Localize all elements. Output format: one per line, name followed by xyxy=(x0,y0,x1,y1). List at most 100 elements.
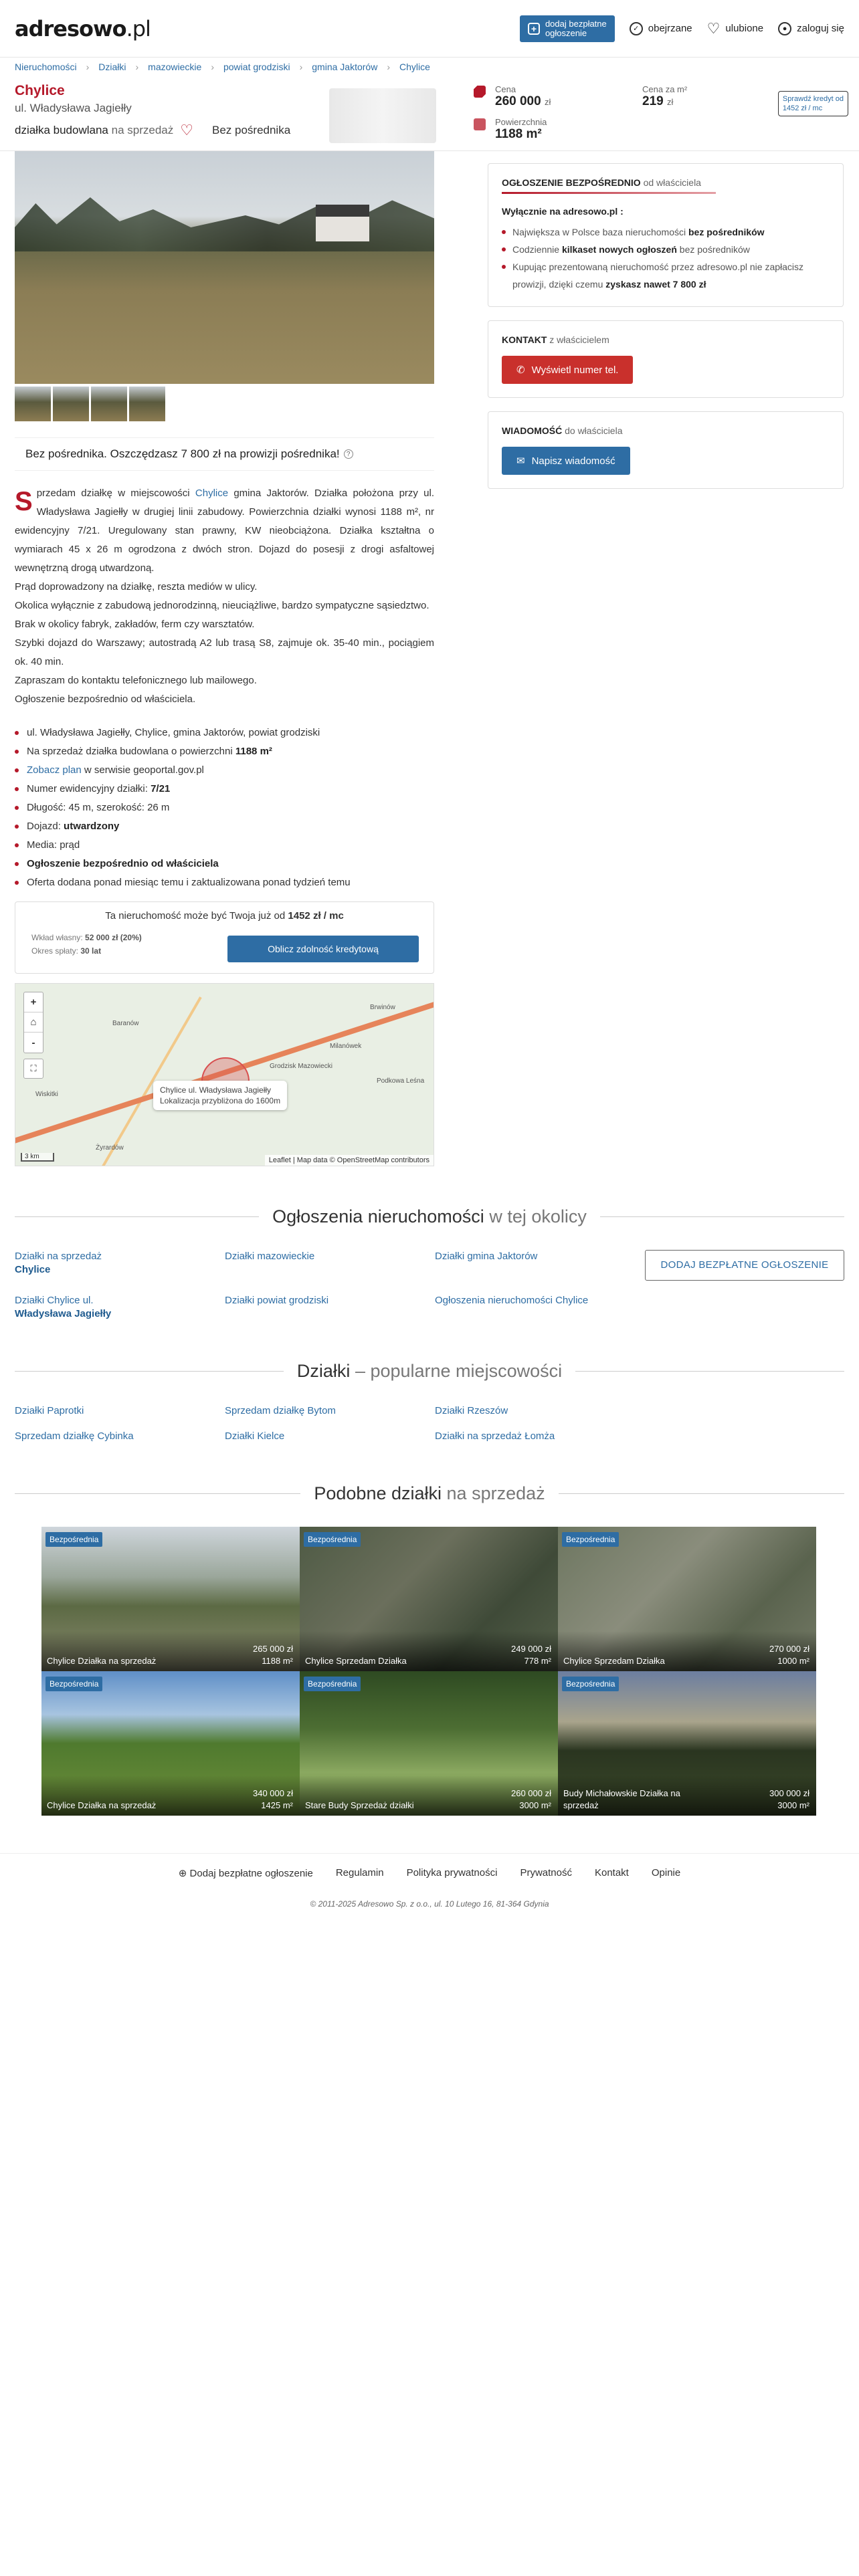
login-link[interactable]: ● zaloguj się xyxy=(778,21,844,35)
fullscreen-icon[interactable]: ⛶ xyxy=(23,1059,43,1079)
breadcrumb-item[interactable]: powiat grodziski xyxy=(223,62,290,72)
observed-link[interactable]: ✓ obejrzane xyxy=(629,21,692,35)
savings-banner: Bez pośrednika. Oszczędzasz 7 800 zł na … xyxy=(15,437,434,471)
footer-link[interactable]: Prywatność xyxy=(520,1867,572,1879)
mortgage-box: Ta nieruchomość może być Twoja już od 14… xyxy=(15,901,434,974)
city-link[interactable]: Chylice xyxy=(195,488,228,499)
photo-thumbnail[interactable] xyxy=(53,387,89,421)
similar-card[interactable]: Bezpośrednia Chylice Sprzedam Działka 27… xyxy=(558,1527,816,1671)
calculate-credit-button[interactable]: Oblicz zdolność kredytową xyxy=(227,936,419,962)
check-circle-icon: ✓ xyxy=(629,21,643,35)
popular-link[interactable]: Działki Rzeszów xyxy=(435,1404,645,1418)
popular-link[interactable]: Sprzedam działkę Cybinka xyxy=(15,1430,225,1443)
zoom-in-button[interactable]: + xyxy=(24,992,43,1012)
agency-label: Bez pośrednika xyxy=(211,124,291,136)
breadcrumb: Nieruchomości › Działki › mazowieckie › pow… xyxy=(0,58,859,76)
write-message-button[interactable]: ✉ Napisz wiadomość xyxy=(502,447,630,475)
footer-link[interactable]: Polityka prywatności xyxy=(407,1867,498,1879)
show-phone-button[interactable]: ✆ Wyświetl numer tel. xyxy=(502,356,634,384)
list-item: Kupując prezentowaną nieruchomość przez … xyxy=(502,258,830,293)
photo-thumbnail[interactable] xyxy=(129,387,165,421)
similar-card[interactable]: Bezpośrednia Stare Budy Sprzedaż działki… xyxy=(300,1671,558,1816)
heart-icon[interactable]: ♡ xyxy=(180,122,193,139)
site-logo[interactable]: adresowo.pl xyxy=(15,16,151,41)
price-tag-icon xyxy=(474,86,486,98)
popular-links: Działki Paprotki Sprzedam działkę Bytom … xyxy=(15,1404,844,1443)
listing-title-block: Chylice ul. Władysława Jagiełły działka … xyxy=(15,76,329,150)
map-scale: 3 km xyxy=(21,1153,54,1162)
list-item: ul. Władysława Jagiełły, Chylice, gmina … xyxy=(15,724,434,742)
section-title: Podobne działki na sprzedaż xyxy=(314,1483,545,1503)
home-icon[interactable]: ⌂ xyxy=(24,1012,43,1033)
favorites-link[interactable]: ♡ ulubione xyxy=(707,20,763,37)
photo-thumbnail[interactable] xyxy=(91,387,127,421)
location-map[interactable]: Grodzisk Mazowiecki Milanówek Brwinów Po… xyxy=(15,983,434,1166)
popular-link[interactable]: Działki Kielce xyxy=(225,1430,435,1443)
phone-icon: ✆ xyxy=(516,364,525,376)
heart-icon: ♡ xyxy=(706,19,721,37)
add-listing-button[interactable]: + dodaj bezpłatne ogłoszenie xyxy=(519,15,615,42)
popular-link[interactable]: Sprzedam działkę Bytom xyxy=(225,1404,435,1418)
list-item: Zobacz plan w serwisie geoportal.gov.pl xyxy=(15,761,434,780)
list-item: Numer ewidencyjny działki: 7/21 xyxy=(15,780,434,798)
list-item: Media: prąd xyxy=(15,836,434,855)
help-icon[interactable]: ? xyxy=(343,449,353,459)
similar-card[interactable]: Bezpośrednia Chylice Sprzedam Działka 24… xyxy=(300,1527,558,1671)
map-place-label: Wiskitki xyxy=(35,1091,58,1098)
contact-box: KONTAKT z właścicielem ✆ Wyświetl numer t… xyxy=(488,320,844,398)
photo-thumbnail[interactable] xyxy=(15,387,51,421)
map-place-label: Brwinów xyxy=(370,1004,395,1011)
popular-section: Działki – popularne miejscowości Działki… xyxy=(0,1361,859,1443)
chevron-right-icon: › xyxy=(387,62,390,72)
zoom-out-button[interactable]: - xyxy=(24,1033,43,1053)
owner-info-box: OGŁOSZENIE BEZPOŚREDNIO od właściciela W… xyxy=(488,163,844,307)
section-title: Ogłoszenia nieruchomości w tej okolicy xyxy=(272,1206,587,1226)
popular-link[interactable]: Działki na sprzedaż Łomża xyxy=(435,1430,645,1443)
similar-card[interactable]: Bezpośrednia Chylice Działka na sprzedaż… xyxy=(41,1527,300,1671)
map-attribution: Leaflet | Map data © OpenStreetMap contr… xyxy=(264,1155,434,1166)
footer-link[interactable]: Regulamin xyxy=(336,1867,384,1879)
chevron-right-icon: › xyxy=(211,62,214,72)
owner-box-title: OGŁOSZENIE BEZPOŚREDNIO od właściciela xyxy=(502,177,701,188)
main-content: Bez pośrednika. Oszczędzasz 7 800 zł na … xyxy=(0,151,859,1166)
description: Sprzedam działkę w miejscowości Chylice … xyxy=(15,487,435,705)
nearby-link[interactable]: Działki Chylice ul. Władysława Jagiełły xyxy=(15,1294,225,1321)
map-place-label: Grodzisk Mazowiecki xyxy=(270,1063,332,1070)
breadcrumb-item[interactable]: Nieruchomości xyxy=(15,62,77,72)
listing-type: działka budowlana na sprzedaż ♡ Bez pośr… xyxy=(15,122,291,139)
plus-circle-icon: ⊕ xyxy=(178,1868,187,1879)
price-per-m2: Cena za m² 219 zł xyxy=(642,84,688,108)
document-icon xyxy=(474,118,486,130)
nearby-link[interactable]: Działki powiat grodziski xyxy=(225,1294,435,1321)
similar-section: Podobne działki na sprzedaż Bezpośrednia… xyxy=(0,1483,859,1816)
nearby-link[interactable]: Działki mazowieckie xyxy=(225,1250,435,1281)
facts-list: ul. Władysława Jagiełły, Chylice, gmina … xyxy=(15,724,434,892)
list-item: Dojazd: utwardzony xyxy=(15,817,434,836)
envelope-icon: ✉ xyxy=(516,455,525,467)
list-item: Codziennie kilkaset nowych ogłoszeń bez … xyxy=(502,241,830,258)
similar-card[interactable]: Bezpośrednia Chylice Działka na sprzedaż… xyxy=(41,1671,300,1816)
list-item: Największa w Polsce baza nieruchomości b… xyxy=(502,223,830,241)
geoportal-link[interactable]: Zobacz plan xyxy=(27,764,82,776)
footer-link-add[interactable]: ⊕ Dodaj bezpłatne ogłoszenie xyxy=(179,1867,313,1879)
chevron-right-icon: › xyxy=(86,62,90,72)
footer-link[interactable]: Kontakt xyxy=(595,1867,629,1879)
list-item: Na sprzedaż działka budowlana o powierzc… xyxy=(15,742,434,761)
add-listing-button[interactable]: DODAJ BEZPŁATNE OGŁOSZENIE xyxy=(645,1250,844,1281)
breadcrumb-item[interactable]: mazowieckie xyxy=(148,62,201,72)
nearby-link[interactable]: Działki na sprzedaż Chylice xyxy=(15,1250,225,1281)
nearby-link[interactable]: Działki gmina Jaktorów xyxy=(435,1250,645,1281)
breadcrumb-item[interactable]: gmina Jaktorów xyxy=(312,62,377,72)
footer-link[interactable]: Opinie xyxy=(652,1867,680,1879)
footer-links: ⊕ Dodaj bezpłatne ogłoszenie Regulamin P… xyxy=(0,1853,859,1879)
similar-card[interactable]: Bezpośrednia Budy Michałowskie Działka n… xyxy=(558,1671,816,1816)
main-photo[interactable] xyxy=(15,151,434,384)
popular-link[interactable]: Działki Paprotki xyxy=(15,1404,225,1418)
nearby-link[interactable]: Ogłoszenia nieruchomości Chylice xyxy=(435,1294,645,1321)
map-zoom-control: + ⌂ - xyxy=(23,992,43,1053)
listing-city: Chylice xyxy=(15,83,65,98)
breadcrumb-item[interactable]: Działki xyxy=(98,62,126,72)
listing-street: ul. Władysława Jagiełły xyxy=(15,102,132,114)
breadcrumb-item[interactable]: Chylice xyxy=(399,62,430,72)
credit-check-button[interactable]: Sprawdź kredyt od 1452 zł / mc xyxy=(777,91,848,116)
